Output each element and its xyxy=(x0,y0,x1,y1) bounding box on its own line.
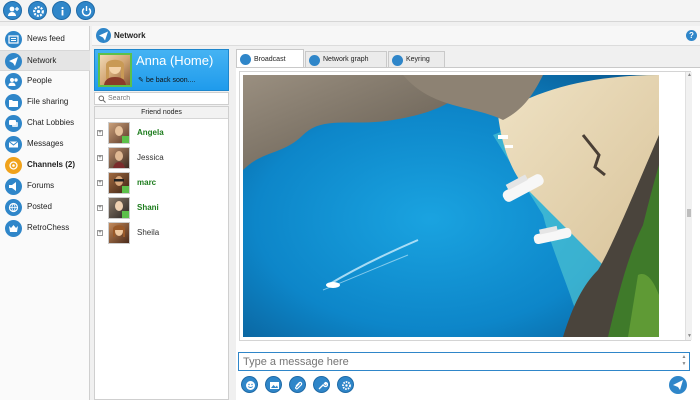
channels-icon xyxy=(5,157,22,174)
shared-image xyxy=(243,75,659,337)
profile-card[interactable]: Anna (Home) ✎ be back soon.... xyxy=(94,49,229,91)
broadcast-panel: ▲ ▼ ▲▼ xyxy=(236,67,700,400)
sidebar-item-forums[interactable]: Forums xyxy=(0,176,90,197)
avatar xyxy=(108,172,130,194)
avatar xyxy=(108,122,130,144)
forums-icon xyxy=(5,178,22,195)
status-text: be back soon.... xyxy=(146,77,196,84)
expand-icon[interactable]: + xyxy=(97,130,103,136)
message-input-box[interactable]: ▲▼ xyxy=(238,352,690,371)
expand-icon[interactable]: + xyxy=(97,205,103,211)
tab-label: Network graph xyxy=(323,56,369,63)
sidebar-item-news-feed[interactable]: News feed xyxy=(0,29,90,50)
status-message[interactable]: ✎ be back soon.... xyxy=(138,76,195,84)
friend-row[interactable]: + marc xyxy=(95,171,228,195)
page-title: Network xyxy=(114,31,146,40)
sidebar-item-file-sharing[interactable]: File sharing xyxy=(0,92,90,113)
settings-icon[interactable] xyxy=(337,376,354,393)
messages-icon xyxy=(5,136,22,153)
tab-label: Keyring xyxy=(406,56,430,63)
keyring-icon xyxy=(392,55,403,66)
friend-name: Jessica xyxy=(137,153,164,162)
posted-icon xyxy=(5,199,22,216)
network-icon xyxy=(96,28,111,43)
friend-row[interactable]: + Sheila xyxy=(95,221,228,245)
expand-icon[interactable]: + xyxy=(97,155,103,161)
network-icon xyxy=(5,53,22,70)
friends-header[interactable]: Friend nodes xyxy=(95,107,228,119)
tab-bar: Broadcast Network graph Keyring xyxy=(236,49,700,67)
sidebar-item-channels[interactable]: Channels (2) xyxy=(0,155,90,176)
avatar xyxy=(108,147,130,169)
scroll-down-icon[interactable]: ▼ xyxy=(686,333,693,340)
add-friend-icon[interactable] xyxy=(3,1,22,20)
sidebar-item-retrochess[interactable]: RetroChess xyxy=(0,218,90,239)
sidebar: News feed Network People File sharing Ch… xyxy=(0,26,90,400)
sidebar-item-network[interactable]: Network xyxy=(0,50,90,71)
attach-icon[interactable] xyxy=(289,376,306,393)
sidebar-item-posted[interactable]: Posted xyxy=(0,197,90,218)
info-icon[interactable] xyxy=(52,1,71,20)
sidebar-item-label: File sharing xyxy=(27,97,69,106)
message-history[interactable]: ▲ ▼ xyxy=(239,71,692,341)
news-feed-icon xyxy=(5,31,22,48)
tab-network-graph[interactable]: Network graph xyxy=(305,51,387,67)
friend-name: Sheila xyxy=(137,228,160,237)
search-input[interactable] xyxy=(108,93,226,104)
tab-keyring[interactable]: Keyring xyxy=(388,51,445,67)
sidebar-item-label: People xyxy=(27,76,52,85)
friend-name: Angela xyxy=(137,128,164,137)
search-icon xyxy=(98,95,106,103)
sidebar-item-label: Channels (2) xyxy=(27,160,76,169)
scrollbar[interactable]: ▲ ▼ xyxy=(685,72,692,340)
sidebar-item-label: Messages xyxy=(27,139,64,148)
sidebar-item-label: RetroChess xyxy=(27,223,70,232)
friend-name: Shani xyxy=(137,203,159,212)
sidebar-item-label: Chat Lobbies xyxy=(27,118,75,127)
profile-name: Anna (Home) xyxy=(136,53,214,68)
expand-icon[interactable]: + xyxy=(97,230,103,236)
sidebar-item-messages[interactable]: Messages xyxy=(0,134,90,155)
friend-row[interactable]: + Shani xyxy=(95,196,228,220)
retrochess-icon xyxy=(5,220,22,237)
avatar[interactable] xyxy=(98,53,132,87)
message-input[interactable] xyxy=(243,354,673,369)
network-graph-icon xyxy=(309,55,320,66)
expand-icon[interactable]: + xyxy=(97,180,103,186)
file-sharing-icon xyxy=(5,94,22,111)
scroll-thumb[interactable] xyxy=(687,209,691,217)
emoji-icon[interactable] xyxy=(241,376,258,393)
sidebar-item-label: News feed xyxy=(27,34,65,43)
sidebar-item-label: Network xyxy=(27,56,57,65)
help-icon[interactable]: ? xyxy=(686,30,697,41)
sidebar-item-label: Forums xyxy=(27,181,55,190)
scroll-up-icon[interactable]: ▲ xyxy=(686,72,693,79)
pencil-icon: ✎ xyxy=(138,77,144,84)
top-toolbar xyxy=(0,0,700,22)
friends-panel: Friend nodes + Angela + Jessica + marc +… xyxy=(94,106,229,400)
sidebar-item-people[interactable]: People xyxy=(0,71,90,92)
input-scroll[interactable]: ▲ ▼ xyxy=(680,354,688,369)
sidebar-item-label: Posted xyxy=(27,202,52,211)
settings-icon[interactable] xyxy=(28,1,47,20)
tab-broadcast[interactable]: Broadcast xyxy=(236,49,304,67)
avatar xyxy=(108,222,130,244)
friend-name: marc xyxy=(137,178,157,187)
sidebar-item-chat-lobbies[interactable]: Chat Lobbies xyxy=(0,113,90,134)
broadcast-icon xyxy=(240,54,251,65)
chat-lobbies-icon xyxy=(5,115,22,132)
power-icon[interactable] xyxy=(76,1,95,20)
people-icon xyxy=(5,73,22,90)
avatar xyxy=(108,197,130,219)
send-icon[interactable] xyxy=(669,376,687,394)
tab-label: Broadcast xyxy=(254,56,286,63)
image-icon[interactable] xyxy=(265,376,282,393)
network-header: Network ? xyxy=(92,26,700,46)
friend-row[interactable]: + Angela xyxy=(95,121,228,145)
friend-row[interactable]: + Jessica xyxy=(95,146,228,170)
tools-icon[interactable] xyxy=(313,376,330,393)
search-box[interactable] xyxy=(94,92,229,105)
